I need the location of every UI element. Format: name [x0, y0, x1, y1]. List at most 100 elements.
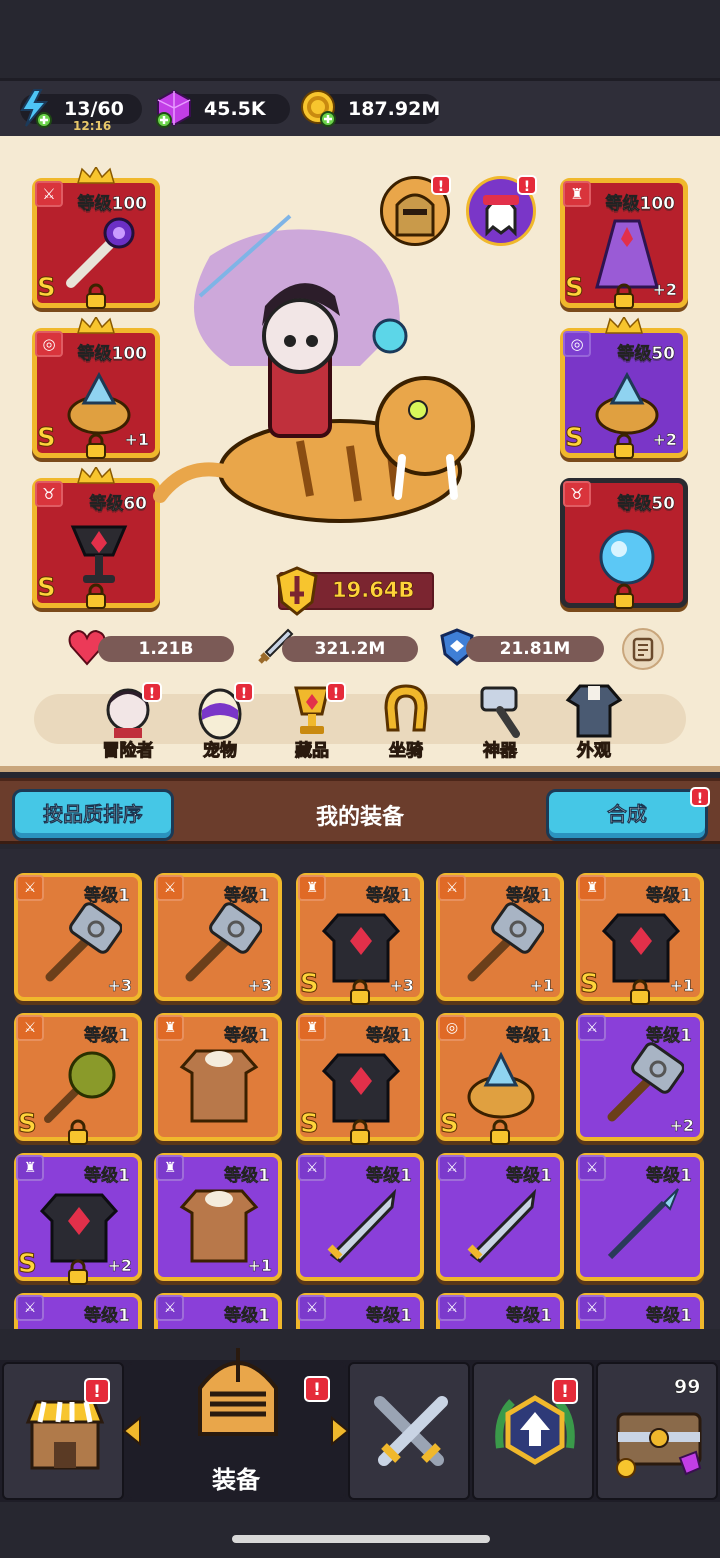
- crown-icon: [77, 317, 115, 334]
- bow-category-icon: ⚔: [16, 1295, 44, 1321]
- treasure-chest-icon: [616, 1412, 702, 1478]
- grade-label: S: [580, 969, 600, 1000]
- equip-slot-ring-2[interactable]: ◎ 等级50 S +2: [560, 317, 688, 459]
- alert-badge: !: [690, 787, 710, 807]
- equipment-item-armor[interactable]: ♜ 等级1 S +2: [14, 1153, 142, 1285]
- equipment-item-hammer[interactable]: ⚔ 等级1 +3: [14, 873, 142, 1001]
- tunic-icon: [179, 1189, 259, 1263]
- equipment-header: 按品质排序 我的装备 合成 !: [0, 778, 720, 844]
- equipment-item-tunic[interactable]: ♜ 等级1: [154, 1013, 282, 1141]
- gem-value: 45.5K: [204, 98, 266, 120]
- lock-icon: [350, 1119, 370, 1145]
- nav-chest[interactable]: 99: [596, 1362, 718, 1500]
- energy-value: 13/60: [64, 98, 124, 120]
- lock-icon: [86, 283, 106, 309]
- equipment-item-staff[interactable]: ⚔ 等级1: [154, 1293, 282, 1329]
- stats-detail-button[interactable]: [622, 628, 664, 670]
- armor-category-icon: ♜: [578, 875, 606, 901]
- spear-icon: [607, 1188, 679, 1260]
- equip-slot-necklace[interactable]: ♉ 等级60 S: [32, 467, 160, 609]
- tab-mount[interactable]: 坐骑: [366, 680, 446, 762]
- document-icon: [632, 637, 654, 662]
- equipment-item-spear[interactable]: ⚔ 等级1: [576, 1153, 704, 1281]
- plus-label: +3: [389, 976, 414, 996]
- grade-label: S: [18, 1109, 38, 1140]
- grade-label: S: [18, 1249, 38, 1280]
- equipment-item-armor[interactable]: ♜ 等级1 S: [296, 1013, 424, 1145]
- tab-label: 神器: [483, 741, 518, 762]
- home-indicator[interactable]: [232, 1535, 490, 1543]
- equipment-item-armor[interactable]: ♜ 等级1 S +1: [576, 873, 704, 1005]
- nav-shop[interactable]: !: [2, 1362, 124, 1500]
- equip-slot-ring[interactable]: ◎ 等级100 S +1: [32, 317, 160, 459]
- tab-artifact[interactable]: 神器: [460, 680, 540, 762]
- grade-label: S: [37, 273, 57, 304]
- equipment-item-hammer[interactable]: ⚔ 等级1 +1: [436, 873, 564, 1001]
- plus-label: +2: [652, 430, 677, 450]
- ring-category-icon: ◎: [438, 1015, 466, 1041]
- lock-icon: [614, 283, 634, 309]
- equipment-item-armor[interactable]: ♜ 等级1 S +3: [296, 873, 424, 1005]
- nav-upgrade[interactable]: !: [472, 1362, 594, 1500]
- gem-counter[interactable]: 45.5K: [156, 89, 290, 128]
- tunic-category-icon: ♜: [156, 1155, 184, 1181]
- grade-label: S: [565, 273, 585, 304]
- energy-timer: 12:16: [73, 119, 112, 133]
- horseshoe-icon: [384, 684, 428, 732]
- tab-collection[interactable]: ! 藏品: [272, 680, 352, 762]
- gold-counter[interactable]: 187.92M: [301, 90, 441, 127]
- knight-helmet-button[interactable]: !: [380, 175, 451, 246]
- tab-adventurer[interactable]: ! 冒险者: [88, 680, 168, 762]
- tab-appearance[interactable]: 外观: [554, 680, 634, 762]
- crossed-swords-icon: [374, 1396, 448, 1466]
- purple-scepter-icon: [66, 217, 135, 288]
- staff-category-icon: ⚔: [156, 1295, 184, 1321]
- equipment-item-tunic[interactable]: ♜ 等级1 +1: [154, 1153, 282, 1281]
- hero-panel: ⚔ 等级100 S ◎ 等级100 S +1 ♉ 等级60 S ♜ 等级100 …: [0, 136, 720, 772]
- slot-level: 等级60: [89, 494, 147, 515]
- bow-icon: [36, 1321, 122, 1329]
- sword-shield-icon: [276, 566, 318, 616]
- slot-level: 等级100: [605, 194, 675, 215]
- tab-label: 宠物: [203, 741, 238, 762]
- outfit-icon: [565, 684, 623, 738]
- slot-level: 等级100: [77, 344, 147, 365]
- armor-category-icon: ♜: [563, 181, 591, 207]
- equip-slot-armor[interactable]: ♜ 等级100 S +2: [560, 178, 688, 309]
- equipment-item-sword[interactable]: ⚔ 等级1: [296, 1293, 424, 1329]
- equipment-item-mace[interactable]: ⚔ 等级1 S: [14, 1013, 142, 1145]
- hammer-category-icon: ⚔: [438, 875, 466, 901]
- equipment-item-hammer[interactable]: ⚔ 等级1 +3: [154, 873, 282, 1001]
- equipment-item-ring[interactable]: ◎ 等级1 S: [436, 1013, 564, 1145]
- plus-label: +3: [247, 976, 272, 996]
- equipment-item-bow[interactable]: ⚔ 等级1: [14, 1293, 142, 1329]
- sword-icon: [675, 1328, 677, 1329]
- equipment-item-hammer[interactable]: ⚔ 等级1 +2: [576, 1013, 704, 1141]
- equipment-item-sword[interactable]: ⚔ 等级1: [436, 1153, 564, 1281]
- equipment-grid: ⚔ 等级1 +3 ⚔ 等级1 +3 ♜ 等级1 S +3 ⚔ 等级1 +1 ♜ 等级1 S +1 ⚔ 等级1 S ♜ 等级…: [0, 849, 720, 1329]
- merge-button[interactable]: 合成: [546, 789, 708, 841]
- crown-icon: [77, 167, 115, 184]
- nav-battle[interactable]: [348, 1362, 470, 1500]
- grade-label: S: [300, 1109, 320, 1140]
- sword-category-icon: ⚔: [438, 1155, 466, 1181]
- ghost-pet-button[interactable]: !: [466, 175, 537, 246]
- plus-label: +2: [669, 1116, 694, 1136]
- equipment-item-sword[interactable]: ⚔ 等级1: [576, 1293, 704, 1329]
- combat-power: 19.64B: [276, 566, 434, 616]
- lock-icon: [68, 1119, 88, 1145]
- chevron-left-icon[interactable]: [120, 1416, 144, 1446]
- sword-category-icon: ⚔: [438, 1295, 466, 1321]
- armor-icon: [321, 913, 401, 983]
- sword-icon: [467, 1188, 537, 1263]
- equipment-item-sword[interactable]: ⚔ 等级1: [436, 1293, 564, 1329]
- lock-icon: [614, 583, 634, 609]
- equip-slot-weapon[interactable]: ⚔ 等级100 S: [32, 167, 160, 309]
- equip-slot-necklace-2[interactable]: ♉ 等级50: [560, 478, 688, 609]
- alert-badge: !: [234, 682, 254, 702]
- equipment-item-sword[interactable]: ⚔ 等级1: [296, 1153, 424, 1281]
- tab-pet[interactable]: ! 宠物: [180, 680, 260, 762]
- gold-value: 187.92M: [348, 98, 441, 120]
- tunic-category-icon: ♜: [156, 1015, 184, 1041]
- plus-label: +1: [669, 976, 694, 996]
